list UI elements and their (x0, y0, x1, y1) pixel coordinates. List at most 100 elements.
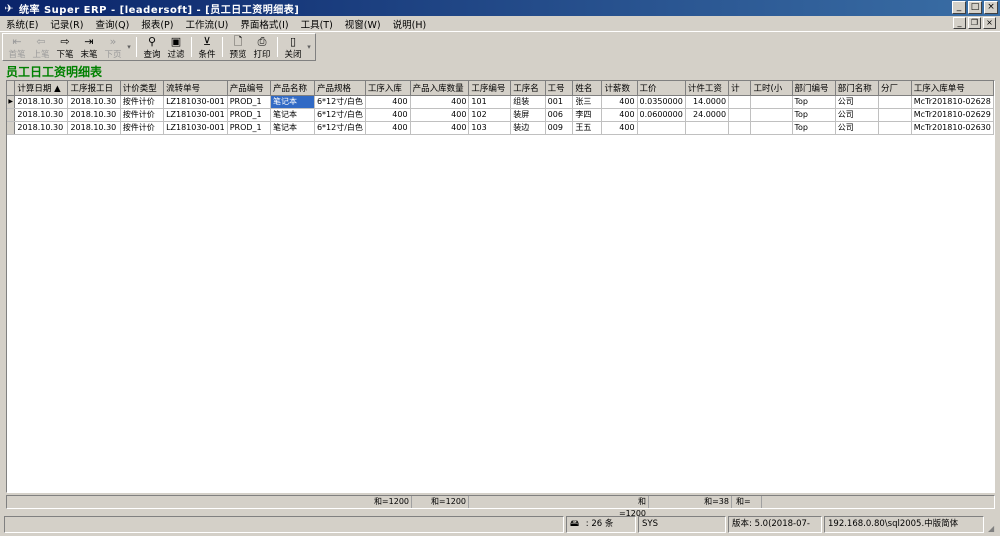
table-cell[interactable]: 6*12寸/白色 (314, 108, 366, 122)
col-header[interactable]: 工时(小 (750, 81, 793, 96)
table-cell[interactable]: PROD_1 (227, 121, 271, 135)
col-header[interactable]: 计件工资 (685, 81, 730, 96)
col-header[interactable]: 计薪数 (601, 81, 638, 96)
row-indicator[interactable] (7, 108, 16, 122)
col-header[interactable]: 工价 (637, 81, 686, 96)
table-cell[interactable]: 102 (468, 108, 512, 122)
table-cell[interactable]: Top (792, 121, 836, 135)
table-cell[interactable]: LZ181030-001 (163, 108, 228, 122)
col-header[interactable]: 工序入库单号 (911, 81, 994, 96)
table-cell[interactable]: 王五 (572, 121, 603, 135)
table-cell[interactable]: 400 (365, 121, 411, 135)
table-cell[interactable]: Top (792, 108, 836, 122)
menu-interface-format[interactable]: 界面格式(I) (234, 17, 294, 31)
menu-tools[interactable]: 工具(T) (295, 17, 339, 31)
close-button[interactable]: ▯ 关闭 (281, 34, 305, 60)
table-cell[interactable]: 公司 (835, 95, 880, 109)
query-button[interactable]: ⚲ 查询 (140, 34, 164, 60)
menu-record[interactable]: 记录(R) (44, 17, 89, 31)
row-indicator[interactable] (7, 121, 16, 135)
table-cell[interactable]: 2018.10.30 (67, 121, 121, 135)
toolbar-overflow-icon[interactable]: ▾ (305, 34, 313, 60)
preview-button[interactable]: 🗋 预览 (226, 34, 250, 60)
table-cell[interactable]: McTr201810-02630 (911, 121, 994, 135)
mdi-restore-button[interactable]: ❐ (968, 17, 981, 29)
table-cell[interactable] (878, 95, 912, 109)
table-cell[interactable]: 400 (410, 121, 470, 135)
col-header[interactable]: 工序报工日 (67, 81, 121, 96)
last-record-button[interactable]: ⇥ 末笔 (77, 34, 101, 60)
table-cell[interactable]: 400 (410, 95, 470, 109)
menu-window[interactable]: 视窗(W) (339, 17, 387, 31)
table-cell[interactable]: 装边 (510, 121, 546, 135)
table-row[interactable]: ▶ 2018.10.30 2018.10.30 按件计价 LZ181030-001 PRO… (7, 95, 994, 109)
resize-grip-icon[interactable]: ◢ (988, 524, 998, 534)
page-down-button[interactable]: » 下页 (101, 34, 125, 60)
table-cell[interactable]: 公司 (835, 108, 880, 122)
col-header[interactable]: 部门编号 (792, 81, 836, 96)
row-indicator[interactable]: ▶ (7, 95, 16, 109)
table-cell[interactable]: 按件计价 (120, 108, 165, 122)
table-cell[interactable] (728, 108, 752, 122)
table-cell[interactable]: 0.0600000 (637, 108, 686, 122)
table-cell[interactable]: PROD_1 (227, 95, 271, 109)
table-cell[interactable]: 009 (545, 121, 574, 135)
minimize-button[interactable]: _ (952, 1, 966, 14)
table-cell[interactable]: 2018.10.30 (14, 121, 69, 135)
table-cell[interactable]: 2018.10.30 (14, 108, 69, 122)
table-cell[interactable] (750, 95, 793, 109)
close-window-button[interactable]: × (984, 1, 998, 14)
col-header[interactable]: 计 (728, 81, 752, 96)
table-cell[interactable] (637, 121, 686, 135)
table-cell[interactable]: 101 (468, 95, 512, 109)
col-header[interactable]: 产品规格 (314, 81, 366, 96)
menu-help[interactable]: 说明(H) (387, 17, 433, 31)
table-cell[interactable]: 400 (365, 95, 411, 109)
table-cell[interactable]: 2018.10.30 (67, 108, 121, 122)
toolbar-overflow-icon[interactable]: ▾ (125, 34, 133, 60)
col-header[interactable]: 计价类型 (120, 81, 165, 96)
table-cell[interactable]: McTr201810-02629 (911, 108, 994, 122)
maximize-button[interactable]: □ (968, 1, 982, 14)
table-cell[interactable]: 400 (601, 121, 638, 135)
table-cell[interactable]: 400 (601, 95, 638, 109)
table-cell[interactable]: 0.0350000 (637, 95, 686, 109)
table-cell[interactable]: 14.0000 (685, 95, 730, 109)
col-header[interactable]: 分厂 (878, 81, 912, 96)
table-cell[interactable]: 006 (545, 108, 574, 122)
table-cell[interactable]: 400 (410, 108, 470, 122)
table-cell[interactable]: 按件计价 (120, 121, 165, 135)
table-cell[interactable]: PROD_1 (227, 108, 271, 122)
table-cell[interactable]: LZ181030-001 (163, 121, 228, 135)
table-cell[interactable]: 笔记本 (270, 108, 315, 122)
col-header[interactable]: 工序编号 (468, 81, 512, 96)
table-cell[interactable]: Top (792, 95, 836, 109)
table-cell[interactable]: 103 (468, 121, 512, 135)
table-cell[interactable]: 李四 (572, 108, 603, 122)
table-cell[interactable]: 400 (365, 108, 411, 122)
col-header[interactable]: 产品编号 (227, 81, 271, 96)
col-header[interactable]: 工号 (545, 81, 574, 96)
filter-button[interactable]: ▣ 过滤 (164, 34, 188, 60)
table-row[interactable]: 2018.10.30 2018.10.30 按件计价 LZ181030-001 PROD… (7, 108, 994, 122)
menu-system[interactable]: 系统(E) (0, 17, 44, 31)
table-cell[interactable]: 6*12寸/白色 (314, 95, 366, 109)
table-cell[interactable]: 001 (545, 95, 574, 109)
prev-record-button[interactable]: ⇦ 上笔 (29, 34, 53, 60)
table-cell[interactable] (750, 121, 793, 135)
table-cell[interactable]: McTr201810-02628 (911, 95, 994, 109)
mdi-minimize-button[interactable]: _ (953, 17, 966, 29)
table-cell[interactable] (728, 95, 752, 109)
first-record-button[interactable]: ⇤ 首笔 (5, 34, 29, 60)
table-cell[interactable] (878, 108, 912, 122)
table-cell[interactable]: 组装 (510, 95, 546, 109)
table-cell[interactable]: 2018.10.30 (14, 95, 69, 109)
table-cell[interactable]: 装屏 (510, 108, 546, 122)
table-cell[interactable]: 笔记本 (270, 95, 315, 109)
table-cell[interactable]: 24.0000 (685, 108, 730, 122)
menu-report[interactable]: 报表(P) (135, 17, 179, 31)
condition-button[interactable]: ⊻ 条件 (195, 34, 219, 60)
table-cell[interactable]: 公司 (835, 121, 880, 135)
table-cell[interactable] (878, 121, 912, 135)
table-cell[interactable]: 400 (601, 108, 638, 122)
